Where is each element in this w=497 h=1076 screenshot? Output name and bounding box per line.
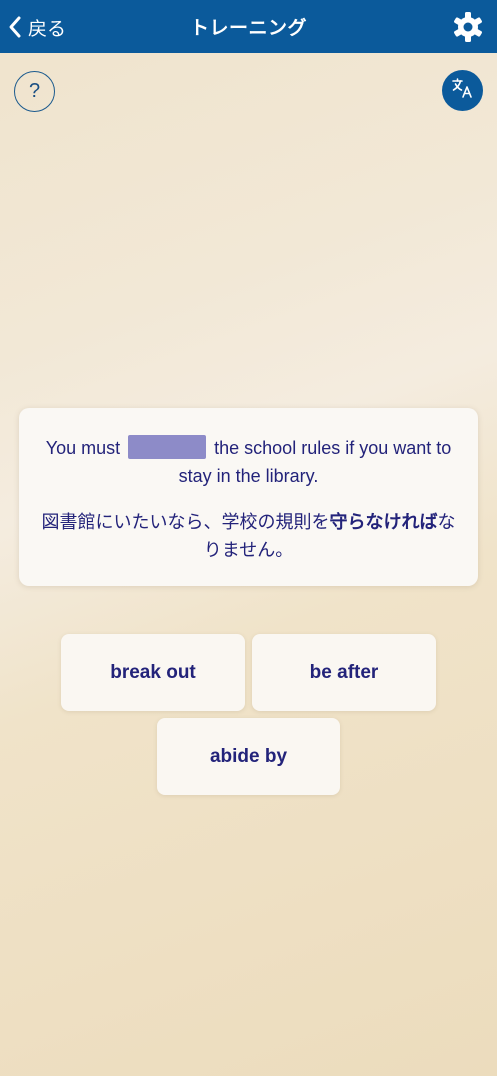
choice-label: abide by — [209, 745, 288, 767]
choice-button-be-after[interactable]: be after — [252, 634, 436, 711]
choice-label: break out — [110, 661, 196, 683]
translate-button[interactable] — [442, 70, 483, 111]
translate-icon — [451, 76, 475, 105]
gear-icon — [451, 12, 485, 48]
japanese-translation: 図書館にいたいなら、学校の規則を守らなければなりません。 — [39, 509, 458, 565]
help-button[interactable]: ? — [14, 71, 55, 112]
help-button-label: ? — [28, 80, 41, 102]
choice-label: be after — [309, 661, 379, 683]
page-title: トレーニング — [189, 17, 307, 39]
choice-button-abide-by[interactable]: abide by — [157, 718, 340, 795]
top-navigation-bar: 戻る トレーニング — [0, 0, 497, 53]
japanese-text-before: 図書館にいたいなら、学校の規則を — [41, 512, 330, 533]
english-text-before: You must — [45, 438, 121, 458]
english-sentence: You must the school rules if you want to… — [43, 434, 454, 490]
japanese-highlight: 守らなければ — [329, 512, 438, 533]
english-text-after: the school rules if you want to stay in … — [178, 438, 452, 486]
choice-button-break-out[interactable]: break out — [61, 634, 245, 711]
question-card: You must the school rules if you want to… — [19, 408, 478, 586]
settings-button[interactable] — [451, 10, 485, 44]
answer-blank — [128, 435, 207, 459]
